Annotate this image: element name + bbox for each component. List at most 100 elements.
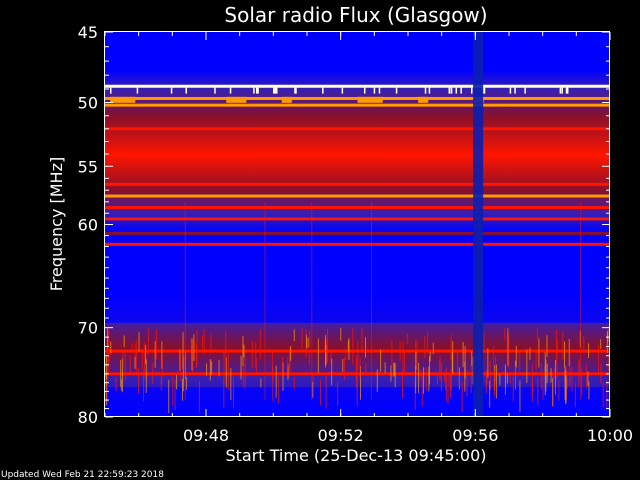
rfi-burst [357, 96, 383, 103]
burst-streak [583, 336, 585, 353]
burst-streak [466, 369, 468, 397]
quiet-band [105, 251, 610, 323]
burst-streak [131, 343, 133, 354]
burst-streak [380, 349, 382, 373]
burst-streak [564, 341, 566, 368]
burst-streak [556, 362, 558, 379]
burst-streak [393, 363, 395, 376]
burst-streak [287, 357, 289, 368]
spectrogram-plot [105, 32, 610, 417]
burst-streak [243, 344, 245, 358]
burst-streak [544, 366, 546, 396]
burst-streak [240, 355, 242, 380]
burst-streak [399, 341, 401, 362]
burst-streak [519, 351, 521, 371]
y-tick-label: 60 [78, 216, 98, 235]
burst-streak [552, 373, 554, 407]
rfi-spike [253, 87, 255, 94]
burst-streak [106, 356, 108, 379]
burst-streak [325, 374, 327, 409]
burst-streak [546, 335, 548, 358]
burst-streak [470, 365, 472, 393]
burst-streak [347, 340, 349, 352]
burst-streak [172, 375, 174, 406]
x-tick-label: 09:52 [318, 426, 364, 445]
burst-streak [168, 379, 170, 414]
burst-streak [459, 375, 461, 387]
burst-streak [260, 378, 262, 388]
burst-streak [223, 378, 225, 408]
burst-streak [514, 365, 516, 391]
burst-streak [581, 367, 583, 396]
burst-streak [242, 335, 244, 366]
burst-streak [181, 378, 183, 401]
y-tick-label: 70 [78, 319, 98, 338]
burst-streak [138, 368, 140, 395]
rfi-spike [136, 87, 139, 94]
rfi-spike [373, 87, 376, 94]
burst-streak [588, 343, 590, 359]
burst-streak [406, 333, 408, 345]
burst-streak [420, 369, 422, 379]
burst-streak [444, 372, 446, 382]
burst-streak [359, 358, 361, 379]
burst-streak [209, 359, 211, 381]
y-tick-label: 80 [78, 408, 98, 427]
rfi-spike [185, 87, 188, 94]
burst-streak [312, 381, 314, 398]
burst-streak [357, 341, 359, 371]
burst-streak [326, 328, 328, 363]
burst-streak [574, 382, 576, 408]
burst-streak [416, 340, 418, 371]
burst-streak [462, 341, 464, 368]
burst-streak [365, 337, 367, 358]
rfi-spike [363, 87, 366, 94]
burst-streak [325, 345, 327, 366]
burst-streak [232, 376, 234, 408]
emission-band [105, 242, 610, 246]
burst-streak [531, 364, 533, 395]
burst-streak [578, 359, 580, 378]
burst-streak [504, 364, 506, 395]
burst-streak [529, 347, 531, 360]
burst-streak [508, 333, 510, 369]
burst-streak [141, 348, 143, 370]
burst-streak [402, 340, 404, 375]
emission-band [105, 206, 610, 210]
burst-streak [450, 334, 452, 362]
burst-streak [345, 348, 347, 361]
burst-streak [195, 343, 197, 368]
burst-streak [184, 201, 186, 401]
rfi-spike [274, 87, 276, 94]
burst-streak [192, 339, 194, 375]
burst-streak [451, 373, 453, 391]
burst-streak [288, 366, 290, 378]
rfi-spike [378, 87, 381, 94]
burst-streak [504, 328, 506, 341]
rfi-spike [448, 87, 451, 94]
burst-streak [251, 341, 253, 369]
burst-streak [464, 345, 466, 379]
burst-streak [361, 328, 363, 354]
burst-streak [242, 363, 244, 388]
burst-streak [447, 372, 449, 404]
burst-streak [483, 332, 485, 351]
burst-streak [542, 371, 544, 400]
burst-streak [450, 369, 452, 398]
burst-streak [135, 340, 137, 373]
y-axis-label: Frequency [MHz] [47, 157, 66, 291]
burst-streak [436, 373, 438, 385]
emission-band [105, 231, 610, 235]
burst-streak [558, 379, 560, 401]
burst-streak [485, 371, 487, 394]
x-tick-label: 09:48 [183, 426, 229, 445]
burst-streak [415, 366, 417, 394]
burst-streak [154, 340, 156, 368]
emission-band [105, 84, 610, 88]
burst-streak [255, 342, 257, 369]
burst-streak [439, 359, 441, 379]
burst-streak [259, 329, 261, 360]
burst-streak [588, 381, 590, 400]
burst-streak [191, 338, 193, 371]
burst-streak [451, 352, 453, 372]
